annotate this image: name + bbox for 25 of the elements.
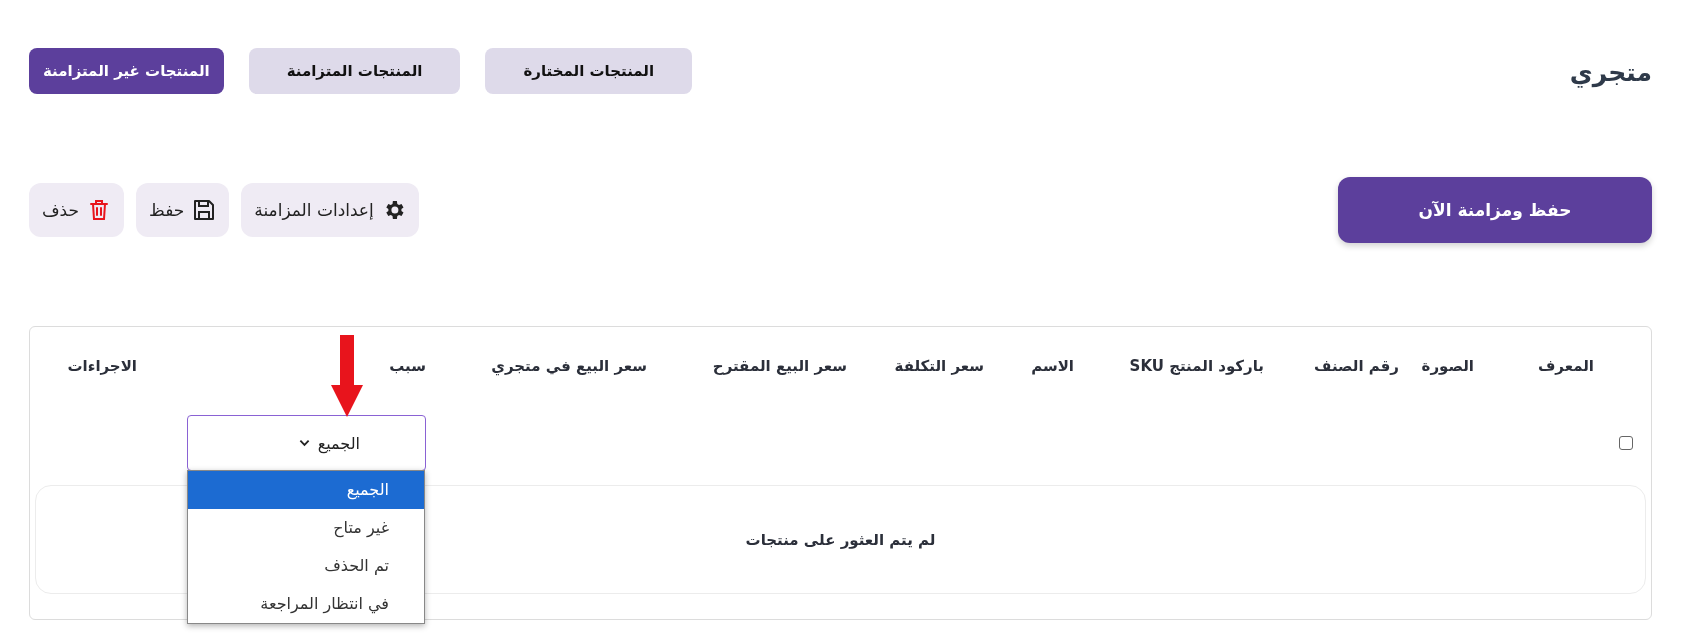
column-header: رقم الصنف bbox=[1314, 356, 1399, 377]
dropdown-option[interactable]: الجميع bbox=[188, 471, 424, 509]
column-header: الاجراءات bbox=[67, 356, 137, 377]
tab[interactable]: المنتجات غير المتزامنة bbox=[29, 48, 224, 94]
select-all-checkbox[interactable] bbox=[1619, 436, 1633, 450]
dropdown-option[interactable]: تم الحذف bbox=[188, 547, 424, 585]
dropdown-option[interactable]: غير متاح bbox=[188, 509, 424, 547]
settings-button[interactable]: إعدادات المزامنة bbox=[241, 183, 419, 237]
column-header: سعر البيع المقترح bbox=[712, 356, 847, 377]
column-header: سبب bbox=[389, 356, 426, 377]
column-header: الصورة bbox=[1421, 356, 1474, 377]
tab[interactable]: المنتجات المتزامنة bbox=[248, 48, 461, 94]
save-and-sync-button[interactable]: حفظ ومزامنة الآن bbox=[1338, 177, 1652, 243]
page-title: متجري bbox=[1569, 58, 1652, 87]
chevron-down-icon bbox=[298, 439, 310, 447]
empty-message: لم يتم العثور على منتجات bbox=[745, 530, 936, 549]
delete-button[interactable]: حذف bbox=[29, 183, 125, 237]
column-header: سعر التكلفة bbox=[894, 356, 984, 377]
tab[interactable]: المنتجات المختارة bbox=[485, 48, 693, 94]
column-header: باركود المنتج SKU bbox=[1129, 356, 1264, 377]
save-button[interactable]: حفظ bbox=[136, 183, 230, 237]
column-header: المعرف bbox=[1537, 356, 1594, 377]
column-header: الاسم bbox=[1031, 356, 1074, 377]
dropdown-option[interactable]: في انتظار المراجعة bbox=[188, 585, 424, 623]
column-header: سعر البيع في متجري bbox=[491, 356, 647, 378]
